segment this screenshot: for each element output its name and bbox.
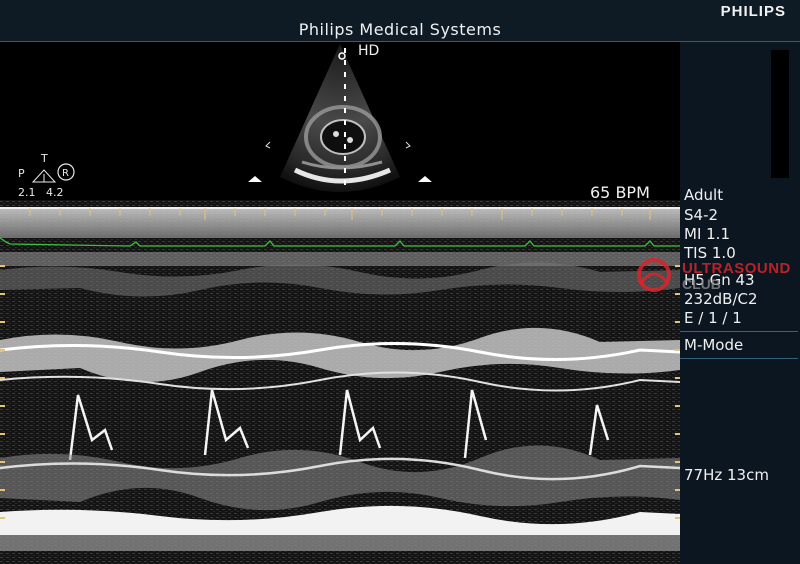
gray-scale-bar [771, 50, 789, 178]
probe-p-label: P [18, 167, 25, 180]
sector-preview-image [248, 44, 432, 192]
transducer-label: S4-2 [684, 206, 719, 224]
system-title: Philips Medical Systems [298, 20, 502, 39]
watermark-logo-icon [637, 258, 671, 292]
m-mode-trace-image [0, 200, 680, 564]
persistence-readout: E / 1 / 1 [684, 309, 742, 327]
probe-r-label: R [62, 168, 69, 179]
frame-rate-depth-readout: 77Hz 13cm [684, 466, 769, 484]
focus-marker-right [418, 176, 432, 182]
probe-orientation-icon: T P R 2.1 4.2 [18, 152, 75, 199]
panel-divider-top [680, 331, 798, 332]
watermark: ULTRASOUND CLUB [632, 256, 792, 296]
header-bar: Philips Medical Systems PHILIPS [0, 0, 800, 42]
harmonic-label: HD [358, 43, 380, 59]
mechanical-index: MI 1.1 [684, 225, 730, 243]
watermark-subtext: CLUB [682, 276, 721, 292]
watermark-text: ULTRASOUND [682, 260, 791, 277]
probe-value-left: 2.1 [18, 186, 36, 199]
probe-value-right: 4.2 [46, 186, 64, 199]
panel-divider-bottom [680, 358, 798, 359]
focus-marker-left [248, 176, 262, 182]
brand-logo: PHILIPS [720, 3, 786, 20]
preset-label: Adult [684, 186, 724, 204]
probe-t-label: T [40, 152, 48, 165]
mode-label: M-Mode [684, 336, 744, 354]
